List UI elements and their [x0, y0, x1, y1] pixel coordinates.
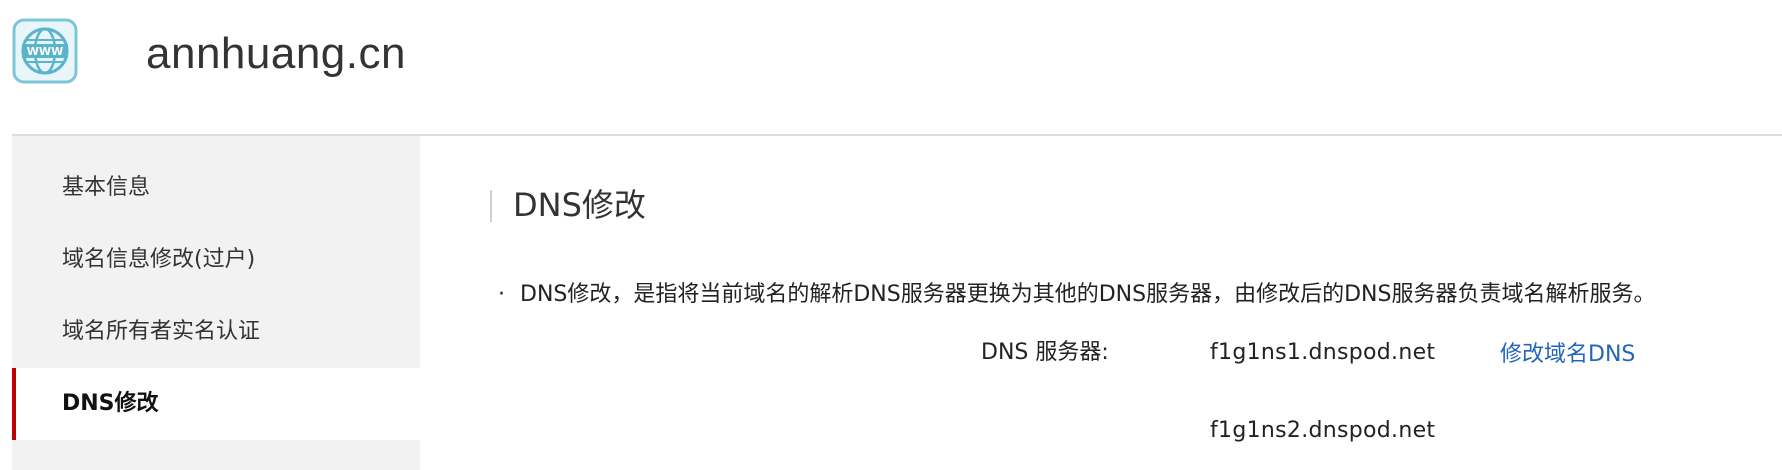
sidebar-item-dns[interactable]: DNS修改: [12, 368, 420, 440]
page-title: DNS修改: [513, 186, 646, 224]
header: WWW annhuang.cn: [0, 0, 1782, 135]
bullet-icon: ·: [498, 282, 505, 307]
domain-title: annhuang.cn: [146, 29, 406, 78]
dns-description: · DNS修改，是指将当前域名的解析DNS服务器更换为其他的DNS服务器，由修改后…: [498, 280, 1655, 310]
sidebar-item-label: DNS修改: [62, 391, 159, 416]
svg-text:WWW: WWW: [27, 45, 63, 58]
sidebar-item-basic-info[interactable]: 基本信息: [12, 152, 420, 224]
description-text: DNS修改，是指将当前域名的解析DNS服务器更换为其他的DNS服务器，由修改后的…: [520, 282, 1656, 307]
modify-dns-link[interactable]: 修改域名DNS: [1500, 340, 1635, 370]
dns-server-2: f1g1ns2.dnspod.net: [1210, 418, 1436, 443]
sidebar-item-label: 域名信息修改(过户): [62, 247, 256, 272]
dns-server-1: f1g1ns1.dnspod.net: [1210, 340, 1436, 365]
sidebar: 基本信息 域名信息修改(过户) 域名所有者实名认证 DNS修改: [12, 136, 420, 470]
www-globe-icon: WWW: [12, 18, 78, 84]
dns-server-label: DNS 服务器:: [981, 340, 1109, 365]
title-accent-bar: [490, 190, 492, 222]
sidebar-item-domain-transfer[interactable]: 域名信息修改(过户): [12, 224, 420, 296]
sidebar-item-owner-verification[interactable]: 域名所有者实名认证: [12, 296, 420, 368]
sidebar-item-label: 域名所有者实名认证: [62, 319, 261, 344]
active-indicator: [12, 368, 16, 440]
sidebar-item-label: 基本信息: [62, 175, 151, 200]
main-content: DNS修改 · DNS修改，是指将当前域名的解析DNS服务器更换为其他的DNS服务…: [420, 136, 1782, 470]
